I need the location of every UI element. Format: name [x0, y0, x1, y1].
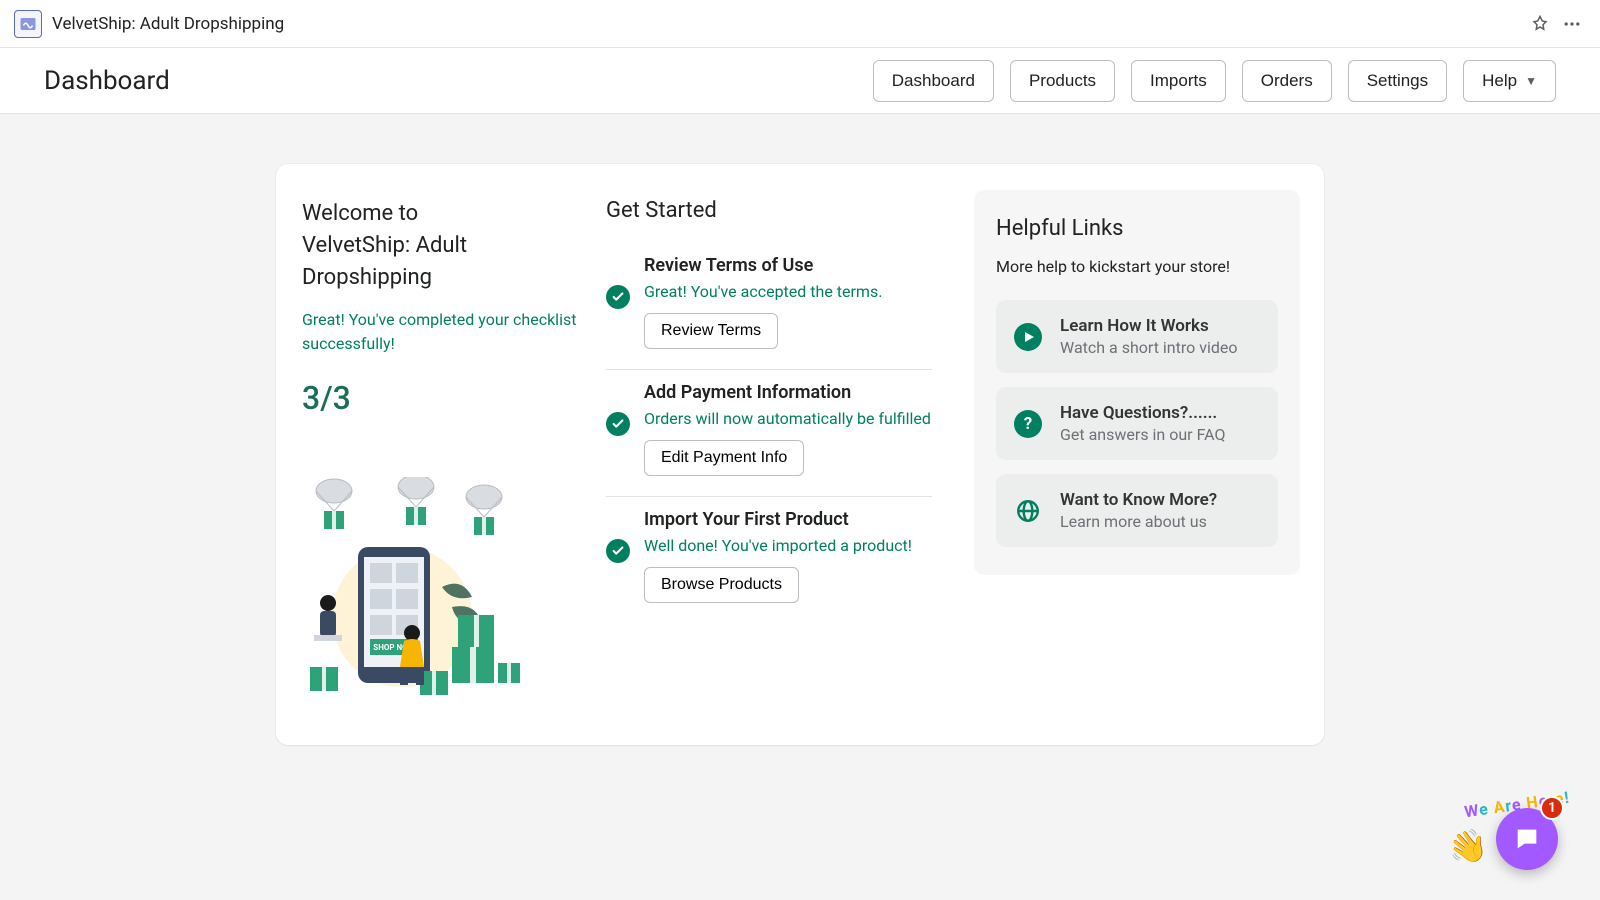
step-title: Review Terms of Use — [644, 255, 932, 276]
chat-badge: 1 — [1540, 796, 1564, 820]
link-title: Learn How It Works — [1060, 316, 1238, 336]
nav-imports[interactable]: Imports — [1131, 60, 1226, 102]
check-icon — [606, 412, 630, 436]
step-title: Add Payment Information — [644, 382, 932, 403]
app-title: VelvetShip: Adult Dropshipping — [52, 14, 284, 34]
page-title: Dashboard — [44, 66, 170, 96]
get-started-column: Get Started Review Terms of Use Great! Y… — [606, 190, 954, 711]
edit-payment-button[interactable]: Edit Payment Info — [644, 440, 804, 476]
nav-help[interactable]: Help ▼ — [1463, 60, 1556, 102]
link-sub: Watch a short intro video — [1060, 338, 1238, 357]
check-icon — [606, 285, 630, 309]
link-learn-how[interactable]: Learn How It Works Watch a short intro v… — [996, 300, 1278, 373]
more-icon[interactable] — [1558, 10, 1586, 38]
step-msg: Great! You've accepted the terms. — [644, 282, 932, 301]
step-review-terms: Review Terms of Use Great! You've accept… — [606, 243, 932, 370]
checklist-counter: 3/3 — [302, 379, 586, 417]
welcome-success-msg: Great! You've completed your checklist s… — [302, 308, 586, 358]
helpful-links-card: Helpful Links More help to kickstart you… — [974, 190, 1300, 575]
step-title: Import Your First Product — [644, 509, 932, 530]
step-import-product: Import Your First Product Well done! You… — [606, 497, 932, 623]
navbar: Dashboard Dashboard Products Imports Ord… — [0, 48, 1600, 114]
step-msg: Orders will now automatically be fulfill… — [644, 409, 932, 428]
globe-icon — [1014, 497, 1042, 525]
link-sub: Learn more about us — [1060, 512, 1217, 531]
browse-products-button[interactable]: Browse Products — [644, 567, 799, 603]
link-about[interactable]: Want to Know More? Learn more about us — [996, 474, 1278, 547]
step-msg: Well done! You've imported a product! — [644, 536, 932, 555]
review-terms-button[interactable]: Review Terms — [644, 313, 778, 349]
dashboard-card: Welcome to VelvetShip: Adult Dropshippin… — [276, 164, 1324, 745]
wave-icon: 👋 — [1445, 824, 1492, 869]
nav-settings[interactable]: Settings — [1348, 60, 1447, 102]
nav-dashboard[interactable]: Dashboard — [873, 60, 994, 102]
welcome-heading: Welcome to VelvetShip: Adult Dropshippin… — [302, 198, 586, 294]
nav-orders[interactable]: Orders — [1242, 60, 1332, 102]
link-sub: Get answers in our FAQ — [1060, 425, 1225, 444]
app-titlebar: VelvetShip: Adult Dropshipping — [0, 0, 1600, 48]
welcome-column: Welcome to VelvetShip: Adult Dropshippin… — [276, 190, 606, 711]
link-title: Want to Know More? — [1060, 490, 1217, 510]
check-icon — [606, 539, 630, 563]
play-icon — [1014, 323, 1042, 351]
helpful-links-column: Helpful Links More help to kickstart you… — [954, 190, 1324, 711]
step-add-payment: Add Payment Information Orders will now … — [606, 370, 932, 497]
link-faq[interactable]: ? Have Questions?...... Get answers in o… — [996, 387, 1278, 460]
question-icon: ? — [1014, 410, 1042, 438]
pin-icon[interactable] — [1526, 10, 1554, 38]
welcome-illustration: SHOP NOW — [302, 477, 586, 711]
helpful-links-sub: More help to kickstart your store! — [996, 257, 1278, 276]
chat-widget: We Are Here! 👋 1 — [1412, 756, 1572, 876]
link-title: Have Questions?...... — [1060, 403, 1225, 423]
nav-products[interactable]: Products — [1010, 60, 1115, 102]
helpful-links-heading: Helpful Links — [996, 216, 1278, 241]
chevron-down-icon: ▼ — [1525, 74, 1537, 88]
get-started-heading: Get Started — [606, 198, 932, 223]
app-logo-icon — [14, 10, 42, 38]
